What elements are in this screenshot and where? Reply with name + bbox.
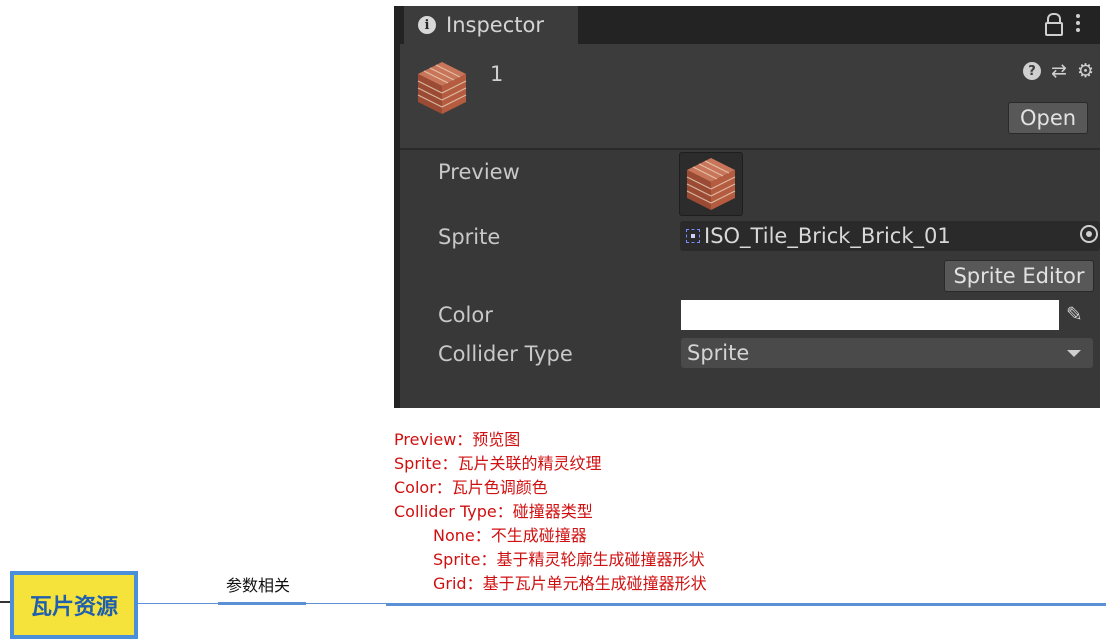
chevron-down-icon — [1067, 350, 1081, 357]
info-icon: i — [418, 16, 436, 34]
preset-icon[interactable]: ⇄ — [1051, 62, 1067, 81]
connector-line — [306, 603, 386, 604]
note-line: Collider Type：碰撞器类型 — [394, 502, 593, 521]
gear-icon[interactable]: ⚙ — [1077, 62, 1094, 81]
help-icon[interactable]: ? — [1023, 62, 1042, 80]
eyedropper-icon[interactable]: ✎ — [1066, 302, 1090, 328]
kebab-menu-icon[interactable] — [1076, 14, 1080, 35]
sprite-editor-button[interactable]: Sprite Editor — [944, 260, 1094, 292]
note-line: Sprite：瓦片关联的精灵纹理 — [394, 454, 602, 473]
connector-line-main — [386, 603, 1106, 606]
inspector-panel: i Inspector 1 ? ⇄ ⚙ Open Preview Sprite … — [394, 6, 1100, 408]
preview-image — [679, 152, 743, 216]
note-line: Preview：预览图 — [394, 430, 521, 449]
tab-bar: i Inspector — [394, 6, 1100, 44]
sub-note-line: Grid：基于瓦片单元格生成碰撞器形状 — [433, 574, 707, 593]
mindmap-node[interactable]: 瓦片资源 — [10, 571, 138, 639]
lock-icon[interactable] — [1044, 11, 1063, 36]
sprite-asset-icon — [686, 229, 700, 243]
sprite-value: ISO_Tile_Brick_Brick_01 — [704, 224, 951, 248]
connector-stub — [0, 601, 10, 603]
header-divider — [400, 148, 1100, 150]
connector-line — [218, 602, 306, 605]
annotation-notes: Preview：预览图 Sprite：瓦片关联的精灵纹理 Color：瓦片色调颜… — [394, 428, 707, 596]
color-swatch-field[interactable] — [681, 300, 1059, 330]
sub-note-line: Sprite：基于精灵轮廓生成碰撞器形状 — [433, 550, 705, 569]
tab-inspector-label: Inspector — [446, 13, 544, 37]
connector-line — [138, 603, 218, 604]
open-button[interactable]: Open — [1008, 102, 1088, 134]
object-picker-icon[interactable] — [1080, 225, 1098, 243]
sprite-object-field[interactable]: ISO_Tile_Brick_Brick_01 — [680, 221, 1100, 251]
preview-label: Preview — [438, 160, 520, 184]
sprite-label: Sprite — [438, 225, 501, 249]
collider-type-label: Collider Type — [438, 342, 573, 366]
object-name: 1 — [490, 62, 504, 86]
asset-header: 1 ? ⇄ ⚙ Open — [400, 44, 1100, 148]
collider-type-value: Sprite — [687, 341, 750, 365]
note-line: Color：瓦片色调颜色 — [394, 478, 548, 497]
collider-type-dropdown[interactable]: Sprite — [681, 338, 1093, 368]
sub-note-line: None：不生成碰撞器 — [433, 526, 587, 545]
tile-thumbnail — [417, 62, 467, 114]
tab-inspector[interactable]: i Inspector — [404, 6, 578, 44]
color-label: Color — [438, 303, 493, 327]
branch-label[interactable]: 参数相关 — [226, 572, 290, 596]
